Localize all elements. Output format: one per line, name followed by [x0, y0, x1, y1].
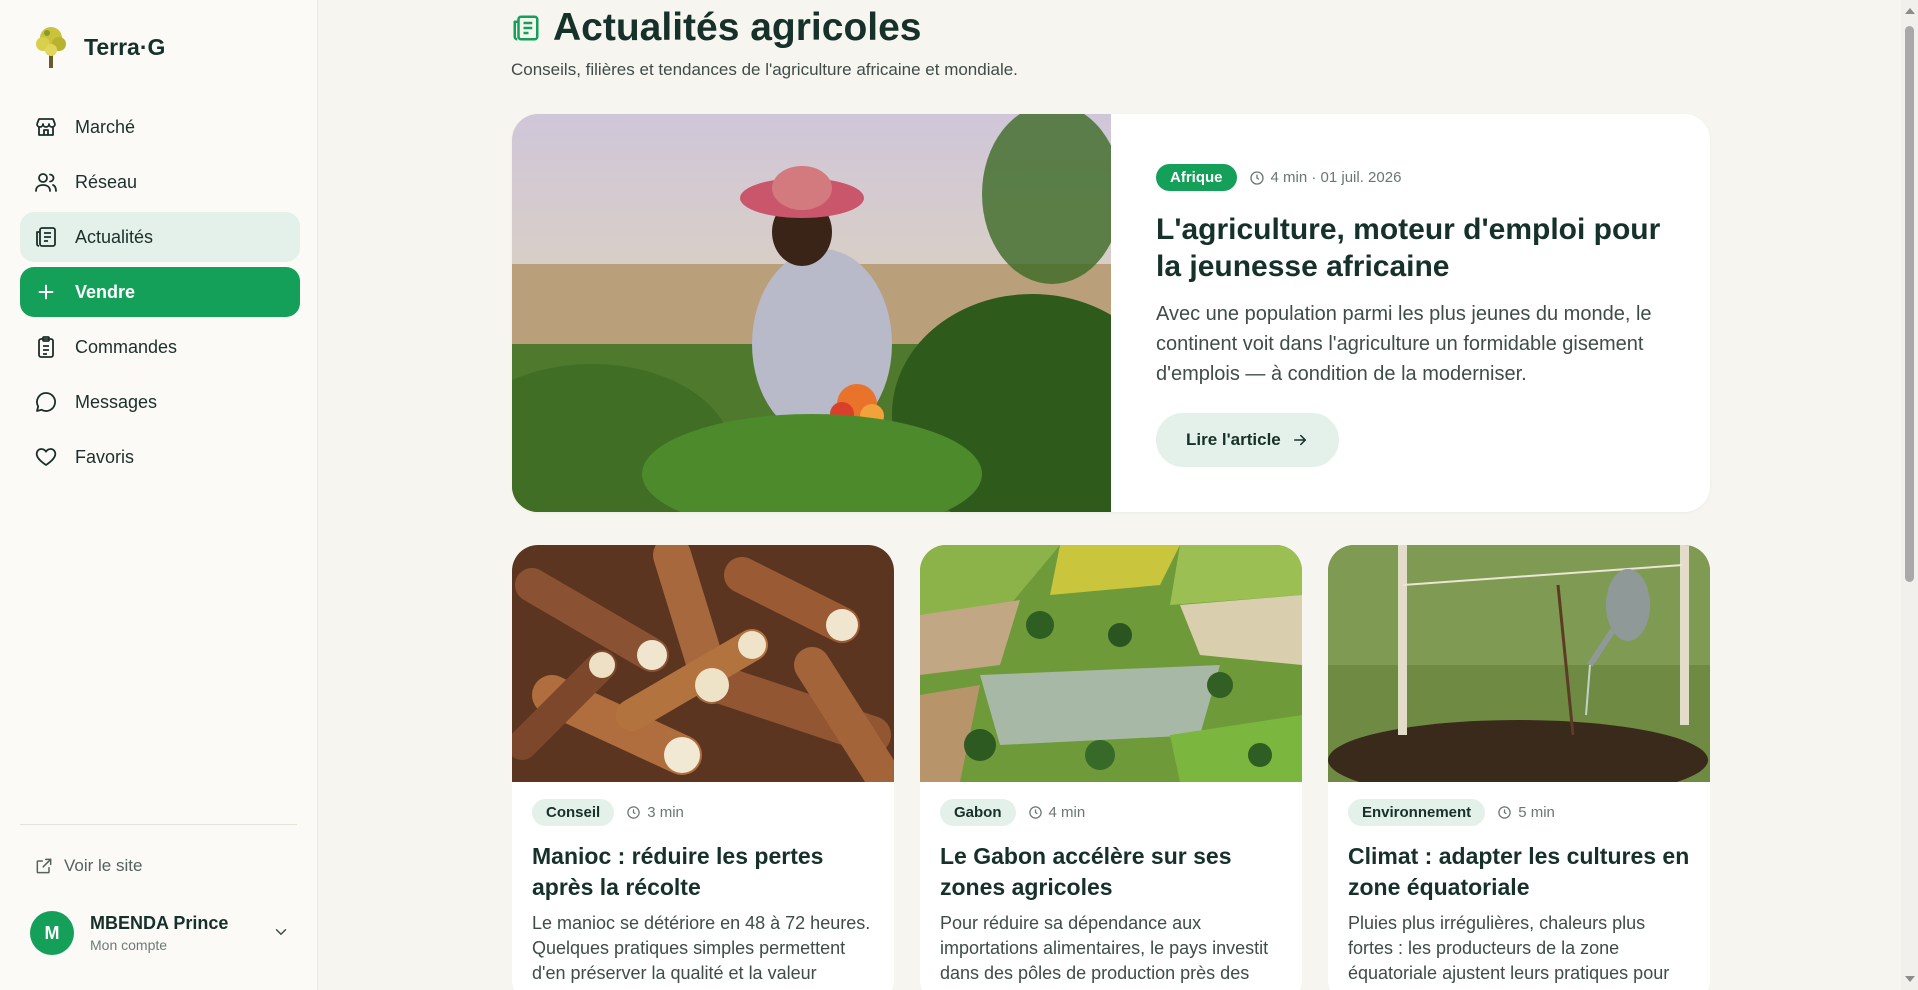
scroll-thumb[interactable] — [1905, 26, 1914, 582]
clock-icon — [1249, 170, 1264, 185]
clipboard-icon — [33, 334, 59, 360]
avatar: M — [30, 911, 74, 955]
clock-icon — [1028, 806, 1042, 819]
article-read-time: 3 min — [647, 804, 684, 821]
article-card[interactable]: Conseil 3 min Manioc : réduire les perte… — [512, 545, 894, 990]
plus-icon — [33, 279, 59, 305]
sidebar-item-label: Actualités — [75, 226, 154, 247]
sidebar-item-marche[interactable]: Marché — [20, 102, 300, 152]
sidebar-item-label: Messages — [75, 391, 158, 412]
newspaper-icon — [513, 15, 539, 41]
article-title[interactable]: Manioc : réduire les pertes après la réc… — [532, 841, 874, 903]
article-tag: Environnement — [1348, 799, 1486, 826]
newspaper-icon — [33, 224, 59, 250]
watering-plant-image — [1328, 545, 1710, 782]
external-link-icon — [36, 858, 52, 874]
featured-meta: 4 min · 01 juil. 2026 — [1270, 169, 1402, 186]
read-article-button[interactable]: Lire l'article — [1156, 413, 1339, 467]
page-title: Actualités agricoles — [553, 6, 922, 49]
account-name: MBENDA Prince — [90, 913, 229, 933]
logo[interactable]: Terra·G — [32, 24, 165, 70]
heart-icon — [33, 444, 59, 470]
article-excerpt: Pour réduire sa dépendance aux importati… — [940, 913, 1269, 983]
featured-excerpt: Avec une population parmi les plus jeune… — [1156, 303, 1652, 385]
sidebar-item-label: Marché — [75, 116, 136, 137]
visit-site-link[interactable]: Voir le site — [34, 856, 142, 876]
sidebar-item-label: Réseau — [75, 171, 138, 192]
sidebar-item-reseau[interactable]: Réseau — [20, 157, 300, 207]
sidebar-item-commandes[interactable]: Commandes — [20, 322, 300, 372]
featured-tag: Afrique — [1156, 164, 1237, 191]
article-tag: Conseil — [532, 799, 615, 826]
read-article-label: Lire l'article — [1186, 430, 1281, 449]
article-excerpt: Pluies plus irrégulières, chaleurs plus … — [1348, 913, 1670, 983]
sidebar-item-messages[interactable]: Messages — [20, 377, 300, 427]
clock-icon — [627, 806, 640, 819]
page-subtitle: Conseils, filières et tendances de l'agr… — [511, 60, 1018, 79]
article-read-time: 5 min — [1518, 804, 1555, 821]
cassava-image — [512, 545, 894, 782]
page-header: Actualités agricoles — [511, 6, 921, 50]
arrow-right-icon — [1293, 434, 1307, 446]
featured-title[interactable]: L'agriculture, moteur d'emploi pour la j… — [1156, 211, 1676, 285]
sidebar-divider — [20, 824, 297, 825]
scroll-down-arrow[interactable] — [1905, 976, 1915, 982]
article-excerpt: Le manioc se détériore en 48 à 72 heures… — [532, 913, 871, 983]
clock-icon — [1498, 806, 1511, 819]
sidebar-item-label: Favoris — [75, 446, 135, 467]
visit-site-label: Voir le site — [64, 856, 143, 875]
article-card[interactable]: Gabon 4 min Le Gabon accélère sur ses zo… — [920, 545, 1302, 990]
users-icon — [33, 169, 59, 195]
message-icon — [33, 389, 59, 415]
account-menu[interactable]: M MBENDA Prince Mon compte — [30, 909, 300, 957]
chevron-down-icon[interactable] — [272, 923, 290, 941]
sidebar: Terra·G Marché Réseau Actualités Vendre — [0, 0, 318, 990]
sidebar-item-vendre[interactable]: Vendre — [20, 267, 300, 317]
article-card[interactable]: Environnement 5 min Climat : adapter les… — [1328, 545, 1710, 990]
article-title[interactable]: Le Gabon accélère sur ses zones agricole… — [940, 841, 1282, 903]
logo-icon — [36, 27, 66, 68]
brand-name: Terra·G — [84, 33, 166, 60]
article-title[interactable]: Climat : adapter les cultures en zone éq… — [1348, 841, 1690, 903]
featured-image — [512, 114, 1111, 512]
scroll-up-arrow[interactable] — [1905, 8, 1915, 14]
sidebar-item-favoris[interactable]: Favoris — [20, 432, 300, 482]
article-tag: Gabon — [940, 799, 1016, 826]
scrollbar[interactable] — [1901, 0, 1918, 990]
article-read-time: 4 min — [1048, 804, 1086, 821]
sidebar-item-label: Vendre — [75, 281, 136, 302]
account-subtitle: Mon compte — [90, 937, 168, 953]
sidebar-item-actualites[interactable]: Actualités — [20, 212, 300, 262]
featured-article[interactable]: Afrique 4 min · 01 juil. 2026 L'agricult… — [512, 114, 1710, 512]
sidebar-item-label: Commandes — [75, 336, 178, 357]
sidebar-nav: Marché Réseau Actualités Vendre Commande… — [20, 102, 300, 487]
store-icon — [33, 114, 59, 140]
farmland-aerial-image — [920, 545, 1302, 782]
